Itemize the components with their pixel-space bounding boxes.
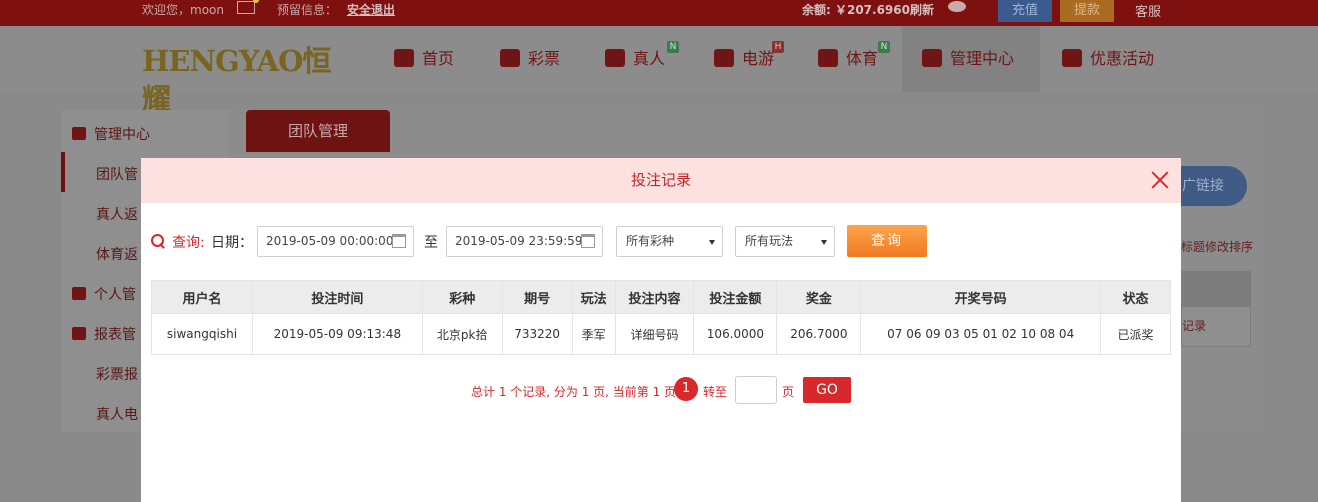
calendar-icon[interactable] [581, 234, 595, 248]
date-from-input[interactable]: 2019-05-09 00:00:00 [257, 226, 414, 257]
column-header: 用户名 [151, 280, 253, 314]
notice-label: 预留信息： [277, 3, 338, 17]
column-header: 开奖号码 [860, 280, 1102, 314]
nav-item-live[interactable]: 真人 N [605, 41, 679, 71]
cell-lottery: 北京pk拾 [421, 313, 503, 355]
table-header-strip [1181, 271, 1251, 306]
status-badge: 已派奖 [1100, 313, 1171, 355]
bet-record-modal: 投注记录 查询: 日期： 2019-05-09 00:00:00 至 2019-… [141, 158, 1181, 502]
modal-title: 投注记录 [141, 158, 1181, 203]
main-nav: HENGYAO恒耀 首页 彩票 真人 N 电游 H 体育 N 管理中心 优惠活动 [0, 26, 1318, 116]
customer-service-link[interactable]: 客服 [1135, 1, 1161, 20]
table-header-row: 用户名 投注时间 彩种 期号 玩法 投注内容 投注金额 奖金 开奖号码 状态 [151, 280, 1171, 314]
sidebar-item-lottery-report[interactable]: 彩票报 [96, 364, 138, 384]
sidebar-item-live-report[interactable]: 真人电 [96, 404, 138, 424]
record-link[interactable]: 记录 [1181, 306, 1251, 347]
table-row: siwangqishi 2019-05-09 09:13:48 北京pk拾 73… [151, 313, 1171, 355]
column-header: 期号 [501, 280, 573, 314]
page-number-button[interactable]: 1 [674, 377, 698, 401]
query-button[interactable]: 查询 [847, 225, 927, 257]
column-header: 投注内容 [614, 280, 695, 314]
cell-bet-amount: 106.0000 [693, 313, 778, 355]
ticket-icon [500, 49, 520, 67]
cell-username: siwangqishi [151, 313, 253, 355]
sidebar-item-live-rebate[interactable]: 真人返 [96, 204, 138, 224]
hot-badge: H [772, 41, 784, 53]
query-label: 查询: [172, 235, 205, 251]
column-header: 投注金额 [693, 280, 778, 314]
chevron-down-icon [821, 240, 827, 245]
home-icon [394, 49, 414, 67]
nav-item-home[interactable]: 首页 [394, 47, 454, 71]
cell-issue: 733220 [501, 313, 573, 355]
site-logo[interactable]: HENGYAO恒耀 [142, 42, 350, 116]
users-icon [72, 127, 86, 140]
eye-icon[interactable] [948, 1, 966, 12]
nav-item-lottery[interactable]: 彩票 [500, 47, 560, 71]
search-icon [151, 234, 166, 249]
date-label: 日期： [211, 235, 253, 251]
user-icon [72, 287, 86, 300]
report-icon [72, 327, 86, 340]
new-badge: N [878, 41, 890, 53]
cell-prize: 206.7000 [776, 313, 862, 355]
balance-text: 余额: ￥207.6960 [802, 3, 910, 17]
page-unit-label: 页 [782, 385, 795, 399]
nav-item-sports[interactable]: 体育 N [818, 41, 890, 71]
column-header: 投注时间 [251, 280, 423, 314]
withdraw-button[interactable]: 提款 [1060, 0, 1114, 22]
bet-detail-link[interactable]: 详细号码 [614, 313, 695, 355]
sidebar-head-reports[interactable]: 报表管 [72, 324, 136, 344]
page-jump-input[interactable] [735, 376, 777, 404]
welcome-text: 欢迎您，moon [142, 3, 224, 17]
nav-item-promotions[interactable]: 优惠活动 [1062, 47, 1154, 71]
go-button[interactable]: GO [803, 377, 851, 403]
to-label: 至 [424, 235, 438, 251]
mail-icon[interactable] [237, 0, 259, 14]
cell-draw-numbers: 07 06 09 03 05 01 02 10 08 04 [860, 313, 1102, 355]
calendar-icon[interactable] [392, 234, 406, 248]
slot-icon [714, 49, 734, 67]
goto-label: 转至 [703, 385, 728, 399]
recharge-button[interactable]: 充值 [998, 0, 1052, 22]
users-icon [922, 49, 942, 67]
gift-icon [1062, 49, 1082, 67]
sidebar-head-management[interactable]: 管理中心 [72, 124, 150, 144]
logout-link[interactable]: 安全退出 [347, 1, 395, 18]
sort-tip: 标题修改排序 [1181, 240, 1254, 254]
dealer-icon [605, 49, 625, 67]
cell-bet-time: 2019-05-09 09:13:48 [251, 313, 423, 355]
sidebar-active-bar [61, 152, 65, 192]
new-badge: N [667, 41, 679, 53]
sidebar-item-sports-rebate[interactable]: 体育返 [96, 244, 138, 264]
refresh-link[interactable]: 刷新 [910, 1, 934, 18]
tab-team-management[interactable]: 团队管理 [246, 110, 390, 152]
column-header: 彩种 [421, 280, 503, 314]
top-bar: 欢迎您，moon 预留信息： 安全退出 余额: ￥207.6960 刷新 充值 … [0, 0, 1318, 26]
play-type-select[interactable]: 所有玩法 [735, 226, 835, 257]
bet-record-table: 用户名 投注时间 彩种 期号 玩法 投注内容 投注金额 奖金 开奖号码 状态 s… [151, 280, 1171, 355]
sidebar-head-personal[interactable]: 个人管 [72, 284, 136, 304]
cell-play: 季军 [571, 313, 616, 355]
nav-item-management[interactable]: 管理中心 [922, 47, 1014, 71]
sidebar-item-team[interactable]: 团队管 [96, 164, 138, 184]
close-icon[interactable] [1148, 168, 1172, 192]
column-header: 玩法 [571, 280, 616, 314]
lottery-type-select[interactable]: 所有彩种 [616, 226, 723, 257]
column-header: 奖金 [776, 280, 862, 314]
pagination-summary: 总计 1 个记录, 分为 1 页, 当前第 1 页 [471, 385, 677, 399]
column-header: 状态 [1100, 280, 1171, 314]
chevron-down-icon [709, 240, 715, 245]
date-to-input[interactable]: 2019-05-09 23:59:59 [446, 226, 603, 257]
nav-item-egame[interactable]: 电游 H [714, 41, 784, 71]
trophy-icon [818, 49, 838, 67]
